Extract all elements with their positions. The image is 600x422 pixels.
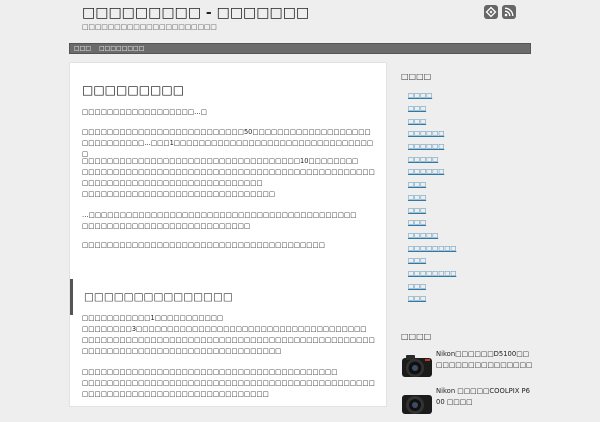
category-item[interactable]: □□□□□□□□: [406, 267, 456, 280]
product-title[interactable]: Nikon □□□□□COOLPIX P600 □□□□: [436, 386, 534, 407]
category-item[interactable]: □□□□□□: [406, 127, 456, 140]
category-item[interactable]: □□□□□: [406, 229, 456, 242]
post-title: □□□□□□□□□: [82, 83, 185, 97]
category-item[interactable]: □□□: [406, 191, 456, 204]
camera-thumbnail[interactable]: [400, 386, 434, 420]
main-nav: □□□ □□□□□□□□: [69, 43, 531, 54]
category-item[interactable]: □□□: [406, 203, 456, 216]
post-paragraph: □□□□□□□□□□□□□□□□□□…□: [82, 108, 207, 116]
category-item[interactable]: □□□□□□: [406, 165, 456, 178]
category-item[interactable]: □□□□: [406, 89, 456, 102]
post-paragraph: □□□□□□□□□□□1□□□□□□□□□□□ □□□□□□□□3□□□□□□□…: [82, 314, 375, 355]
category-item[interactable]: □□□: [406, 216, 456, 229]
category-item[interactable]: □□□: [406, 102, 456, 115]
site-title[interactable]: □□□□□□□□□ - □□□□□□□: [82, 5, 309, 21]
site-description: □□□□□□□□□□□□□□□□□□□□□: [82, 23, 217, 31]
category-item[interactable]: □□□: [406, 279, 456, 292]
categories-heading: □□□□: [401, 72, 432, 81]
post-paragraph: □□□□□□□□□□□□□□□□□□□□□□□□□□□□□□□□□□□□□□□: [82, 241, 325, 249]
nav-item-home[interactable]: □□□: [70, 45, 95, 52]
products-heading: □□□□: [401, 332, 432, 341]
post-paragraph: □□□□□□□□□□□□□□□□□□□□□□□□□□□□□□□□□□□10□□□…: [82, 157, 375, 198]
category-item[interactable]: □□□□□: [406, 152, 456, 165]
category-item[interactable]: □□□: [406, 178, 456, 191]
product-item[interactable]: Nikon □□□□□COOLPIX P600 □□□□: [400, 386, 535, 422]
category-item[interactable]: □□□□□□: [406, 140, 456, 153]
category-item[interactable]: □□□: [406, 254, 456, 267]
category-item[interactable]: □□□: [406, 292, 456, 305]
category-item[interactable]: □□□: [406, 114, 456, 127]
post-paragraph: □□□□□□□□□□□□□□□□□□□□□□□□□□□□□□□□□□□□□□□□…: [82, 368, 375, 398]
section-heading: □□□□□□□□□□□□□□□: [70, 278, 386, 315]
rss-icon[interactable]: [502, 5, 516, 19]
product-item[interactable]: Nikon□□□□□□D5100□□□□□□□□□□□□□□□□□: [400, 349, 535, 385]
feedly-icon[interactable]: [484, 5, 498, 19]
category-list: □□□□ □□□ □□□ □□□□□□ □□□□□□ □□□□□ □□□□□□ …: [406, 89, 456, 305]
post-paragraph: …□□□□□□□□□□□□□□□□□□□□□□□□□□□□□□□□□□□□□□□…: [82, 211, 357, 230]
camera-thumbnail[interactable]: [400, 349, 434, 383]
category-item[interactable]: □□□□□□□□: [406, 241, 456, 254]
nav-item-page[interactable]: □□□□□□□□: [95, 45, 148, 52]
post-content: □□□□□□□□□ □□□□□□□□□□□□□□□□□□…□ □□□□□□□□□…: [69, 62, 387, 407]
product-title[interactable]: Nikon□□□□□□D5100□□□□□□□□□□□□□□□□□: [436, 349, 534, 370]
